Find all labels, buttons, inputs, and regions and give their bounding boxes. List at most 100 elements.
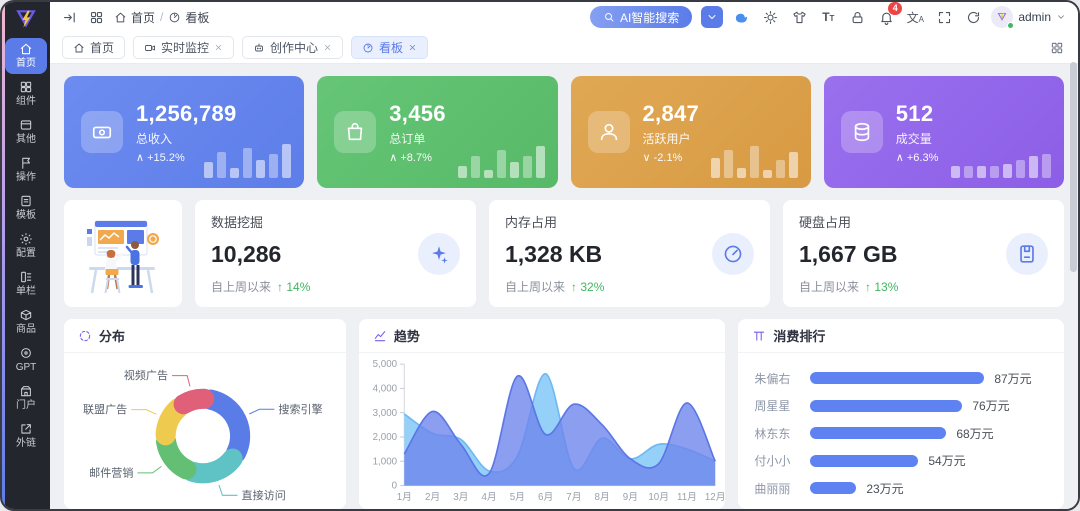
sidebar-item-配置[interactable]: 配置 xyxy=(5,228,47,264)
rank-name: 林东东 xyxy=(754,426,791,441)
topbar: 首页 / 看板 AI智能搜索 TT 4 文A admin xyxy=(50,2,1078,32)
rank-bar xyxy=(810,399,963,412)
stat-trend: ∨ -2.1% xyxy=(642,151,683,164)
metric-footer: 自上周以来 ↑ 14% xyxy=(211,279,311,295)
svg-text:5,000: 5,000 xyxy=(372,359,397,370)
metric-delta: ↑ 14% xyxy=(277,279,311,294)
chevron-down-icon xyxy=(1056,12,1066,22)
sidebar-item-操作[interactable]: 操作 xyxy=(5,152,47,188)
stat-label: 总订单 xyxy=(389,131,426,146)
tab-看板[interactable]: 看板 xyxy=(351,36,429,59)
stat-card-活跃用户: 2,847 活跃用户 ∨ -2.1% xyxy=(570,76,811,188)
svg-text:6月: 6月 xyxy=(538,491,553,503)
panel-body: 0 1,000 2,000 3,000 4,000 5,000 1月 2月 3月 4月 5月 6月 7月… xyxy=(359,353,725,509)
metric-footer: 自上周以来 ↑ 13% xyxy=(799,279,899,295)
ai-search-button[interactable]: AI智能搜索 xyxy=(589,6,693,28)
skin-theme-icon[interactable] xyxy=(790,8,808,26)
sidebar-item-label: 门户 xyxy=(16,400,36,411)
breadcrumb-item-看板[interactable]: 看板 xyxy=(168,9,209,26)
metric-title: 数据挖掘 xyxy=(211,215,264,230)
stat-label: 成交量 xyxy=(895,131,932,146)
sidebar-item-外链[interactable]: 外链 xyxy=(5,418,47,454)
app-window: 首页 组件 其他 操作 模板 配置 单栏 商品 GPT 门户 外链 首页 / 看板 AI智能搜索 TT 4… xyxy=(0,0,1080,511)
panel-body: 朱偏右 87万元 周星星 76万元 林东东 68万元 付小小 54万元 曲丽丽 23万元 xyxy=(738,353,1064,509)
whale-assistant-icon[interactable] xyxy=(732,8,750,26)
svg-text:5月: 5月 xyxy=(510,491,525,503)
layout-grid-icon[interactable] xyxy=(1048,39,1066,57)
sidebar-item-商品[interactable]: 商品 xyxy=(5,304,47,340)
dashboard-icon xyxy=(362,42,374,54)
rank-value: 87万元 xyxy=(994,371,1032,386)
refresh-icon[interactable] xyxy=(964,8,982,26)
tab-实时监控[interactable]: 实时监控 xyxy=(133,36,235,59)
svg-text:2,000: 2,000 xyxy=(372,432,397,443)
fullscreen-icon[interactable] xyxy=(935,8,953,26)
sidebar-item-label: 配置 xyxy=(16,248,36,259)
online-status-dot xyxy=(1007,22,1015,29)
sidebar-item-其他[interactable]: 其他 xyxy=(5,114,47,150)
stat-label: 活跃用户 xyxy=(642,131,691,146)
rank-value: 54万元 xyxy=(928,454,966,468)
mini-bar-chart xyxy=(457,146,545,178)
user-icon xyxy=(587,111,630,153)
metric-cards-row: 数据挖掘 10,286 自上周以来 ↑ 14% 内存占用 1,328 KB 自上周以来 ↑ 3… xyxy=(64,200,1064,307)
sidebar-item-门户[interactable]: 门户 xyxy=(5,380,47,416)
ranking-row-曲丽丽: 曲丽丽 23万元 xyxy=(754,477,1048,499)
language-translate-icon[interactable]: 文A xyxy=(906,8,924,26)
close-icon[interactable] xyxy=(214,43,223,52)
ranking-row-朱偏右: 朱偏右 87万元 xyxy=(754,367,1048,389)
sidebar-item-单栏[interactable]: 单栏 xyxy=(5,266,47,302)
sidebar-item-label: 外链 xyxy=(16,438,36,449)
quick-dropdown-button[interactable] xyxy=(701,6,724,28)
stat-trend: ∧ +6.3% xyxy=(895,151,939,164)
lock-screen-icon[interactable] xyxy=(848,8,866,26)
box-icon xyxy=(19,308,33,322)
apps-menu-icon[interactable] xyxy=(87,8,105,26)
close-icon[interactable] xyxy=(408,43,417,52)
money-icon xyxy=(81,111,123,153)
rank-name: 朱偏右 xyxy=(754,371,791,386)
rank-name: 付小小 xyxy=(754,454,791,468)
rank-bar xyxy=(810,372,985,384)
user-menu[interactable]: admin xyxy=(991,6,1066,29)
rank-bar xyxy=(810,482,857,494)
breadcrumb: 首页 / 看板 xyxy=(114,9,209,26)
collapse-sidebar-icon[interactable] xyxy=(60,8,78,26)
pie-segment-直接访问 xyxy=(182,448,243,484)
notifications-bell-icon[interactable]: 4 xyxy=(877,2,903,26)
avatar xyxy=(991,6,1015,29)
ai-search-label: AI智能搜索 xyxy=(619,10,680,25)
pie-label-搜索引擎: 搜索引擎 xyxy=(278,402,322,416)
sidebar-item-首页[interactable]: 首页 xyxy=(5,38,47,74)
mini-bar-chart xyxy=(710,146,798,178)
sidebar-item-组件[interactable]: 组件 xyxy=(5,76,47,112)
pie-label-联盟广告: 联盟广告 xyxy=(83,403,127,416)
sidebar-item-GPT[interactable]: GPT xyxy=(5,342,47,378)
metric-footer: 自上周以来 ↑ 32% xyxy=(505,279,605,295)
gauge-icon xyxy=(712,232,754,275)
breadcrumb-item-首页[interactable]: 首页 xyxy=(114,9,155,26)
sidebar: 首页 组件 其他操作模板配置单栏 商品 GPT 门户外链 xyxy=(2,2,50,509)
tab-创作中心[interactable]: 创作中心 xyxy=(242,36,344,59)
tab-首页[interactable]: 首页 xyxy=(62,36,126,59)
scrollbar-thumb[interactable] xyxy=(1070,62,1077,272)
font-size-icon[interactable]: TT xyxy=(819,8,837,26)
sidebar-item-模板[interactable]: 模板 xyxy=(5,190,47,226)
pie-segment-视频广告 xyxy=(173,388,215,415)
metric-delta: ↑ 32% xyxy=(571,279,605,294)
loader-icon xyxy=(78,329,92,343)
close-icon[interactable] xyxy=(323,43,332,52)
ext-icon xyxy=(19,422,33,436)
theme-brightness-icon[interactable] xyxy=(761,8,779,26)
rank-name: 曲丽丽 xyxy=(754,481,791,496)
stat-cards-row: 1,256,789 总收入 ∧ +15.2% 3,456 总订单 ∧ +8.7% 2,847… xyxy=(64,76,1064,188)
pie-label-视频广告: 视频广告 xyxy=(124,368,168,382)
ranking-row-付小小: 付小小 54万元 xyxy=(754,450,1048,472)
panel-body: 搜索引擎 直接访问 邮件营销 联盟广告 视频广告 xyxy=(64,353,346,509)
home-icon xyxy=(19,42,33,56)
rank-bar xyxy=(810,427,947,439)
sidebar-item-label: 操作 xyxy=(16,172,36,183)
home-icon xyxy=(73,42,85,54)
metric-delta: ↑ 13% xyxy=(865,279,899,294)
username: admin xyxy=(1018,10,1051,24)
